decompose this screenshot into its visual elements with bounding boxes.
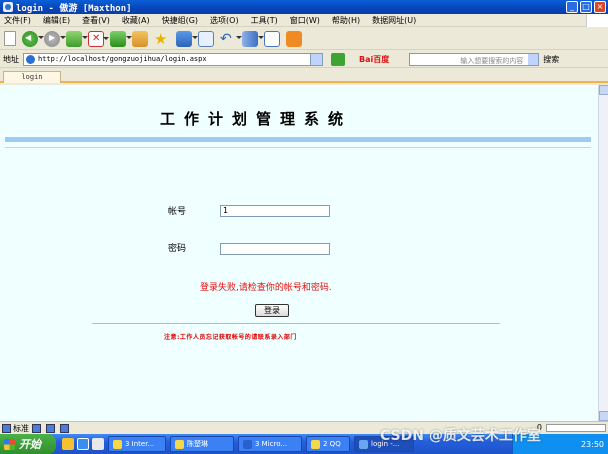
qq-icon xyxy=(311,439,320,449)
menu-tools[interactable]: 工具(T) xyxy=(251,15,278,26)
task-chat-label: 陈楚琳 xyxy=(187,440,208,448)
menu-favorites[interactable]: 收藏(A) xyxy=(122,15,150,26)
notice-text: 注意:工作人员忘记获取帐号的请联系录入部门 xyxy=(164,334,297,341)
task-qq-label: 2 QQ xyxy=(323,440,341,448)
window-controls: _ □ × xyxy=(566,1,606,13)
rss-icon[interactable] xyxy=(286,30,302,47)
menu-data-url[interactable]: 数据网址(U) xyxy=(372,15,416,26)
account-label: 帐号 xyxy=(168,207,187,217)
windows-flag-icon xyxy=(4,438,15,450)
task-word[interactable]: 3 Micro... xyxy=(238,436,302,452)
start-button[interactable]: 开始 xyxy=(0,434,56,454)
watermark: CSDN @质文芸术工作室 xyxy=(380,428,541,444)
tab-login[interactable]: login xyxy=(3,71,61,83)
go-icon[interactable] xyxy=(331,52,345,66)
task-internet-label: 3 Inter... xyxy=(125,440,155,448)
sidebar-panel-icon[interactable] xyxy=(264,30,280,47)
ie-task-icon xyxy=(113,439,122,449)
refresh-icon[interactable] xyxy=(110,30,132,47)
plugin-icon[interactable] xyxy=(176,30,198,47)
qq-task-icon xyxy=(175,439,184,449)
address-dropdown-icon[interactable] xyxy=(310,53,322,65)
forward-icon[interactable] xyxy=(44,30,66,47)
menu-help[interactable]: 帮助(H) xyxy=(332,15,360,26)
maximize-button[interactable]: □ xyxy=(580,1,592,13)
screen-capture-icon[interactable] xyxy=(198,30,214,47)
task-qq[interactable]: 2 QQ xyxy=(306,436,350,452)
menu-edit[interactable]: 编辑(E) xyxy=(43,15,70,26)
task-chat[interactable]: 陈楚琳 xyxy=(170,436,234,452)
title-bar: login - 傲游 [Maxthon] _ □ × xyxy=(0,0,608,14)
status-icon-a xyxy=(32,423,41,433)
undo-icon[interactable]: ↶ xyxy=(220,31,242,47)
page-viewport: 工作计划管理系统 帐号 1 密码 登录失败,请检查你的帐号和密码. 登录 注意:… xyxy=(0,85,598,421)
task-word-label: 3 Micro... xyxy=(255,440,288,448)
status-right: 0 xyxy=(537,423,606,432)
menu-window[interactable]: 窗口(W) xyxy=(290,15,320,26)
favorites-star-icon[interactable]: ★ xyxy=(154,31,170,47)
maxthon-task-icon xyxy=(359,439,368,449)
scroll-down-icon[interactable] xyxy=(599,411,608,421)
media-quicklaunch-icon[interactable] xyxy=(92,438,104,450)
page-title: 工作计划管理系统 xyxy=(160,110,353,128)
qq-quicklaunch-icon[interactable] xyxy=(62,438,74,450)
close-button[interactable]: × xyxy=(594,1,606,13)
header-rule-thin xyxy=(5,147,591,148)
back-icon[interactable] xyxy=(22,30,44,47)
status-mode[interactable]: 标准 xyxy=(2,423,29,434)
footer-rule xyxy=(92,323,500,324)
login-button[interactable]: 登录 xyxy=(255,304,289,317)
account-input[interactable]: 1 xyxy=(220,205,330,217)
windows-logo-icon xyxy=(586,14,608,27)
search-input[interactable]: 输入想要搜索的内容 xyxy=(409,52,540,66)
up-arrow-icon[interactable] xyxy=(66,30,88,47)
window-title: login - 傲游 [Maxthon] xyxy=(16,3,132,14)
password-input[interactable] xyxy=(220,243,330,255)
address-input[interactable]: http://localhost/gongzuojihua/login.aspx xyxy=(23,52,323,66)
tab-strip: login xyxy=(0,69,608,83)
word-task-icon xyxy=(243,439,252,449)
maxthon-app-icon xyxy=(3,2,13,12)
search-button[interactable]: 搜索 xyxy=(543,54,559,65)
status-icon-c xyxy=(60,423,69,433)
error-message: 登录失败,请检查你的帐号和密码. xyxy=(200,283,332,293)
status-icon-b xyxy=(46,423,55,433)
address-label: 地址 xyxy=(3,54,19,64)
page-icon xyxy=(26,54,35,64)
minimize-button[interactable]: _ xyxy=(566,1,578,13)
vertical-scrollbar[interactable] xyxy=(598,85,608,421)
status-button-a[interactable] xyxy=(32,423,43,433)
address-bar: 地址 http://localhost/gongzuojihua/login.a… xyxy=(0,51,608,68)
status-button-b[interactable] xyxy=(46,423,57,433)
menu-groups[interactable]: 快捷组(G) xyxy=(162,15,198,26)
search-dropdown-icon[interactable] xyxy=(528,53,539,65)
status-button-c[interactable] xyxy=(60,423,71,433)
toolbar: ★ ↶ xyxy=(0,28,608,291)
task-internet[interactable]: 3 Inter... xyxy=(108,436,166,452)
scroll-up-icon[interactable] xyxy=(599,85,608,95)
column-layout-icon[interactable] xyxy=(242,30,264,47)
status-mode-label: 标准 xyxy=(13,423,29,433)
mode-icon xyxy=(2,423,11,433)
menu-view[interactable]: 查看(V) xyxy=(82,15,110,26)
home-icon[interactable] xyxy=(132,30,148,47)
search-placeholder: 输入想要搜索的内容 xyxy=(460,56,524,65)
start-label: 开始 xyxy=(19,438,41,451)
stop-icon[interactable] xyxy=(88,30,109,47)
password-label: 密码 xyxy=(168,244,187,254)
status-progress xyxy=(546,423,606,432)
menu-bar: 文件(F) 编辑(E) 查看(V) 收藏(A) 快捷组(G) 选项(O) 工具(… xyxy=(0,14,608,27)
quick-launch xyxy=(62,438,104,450)
menu-file[interactable]: 文件(F) xyxy=(4,15,31,26)
ie-quicklaunch-icon[interactable] xyxy=(77,438,89,450)
address-url: http://localhost/gongzuojihua/login.aspx xyxy=(38,55,207,63)
menu-options[interactable]: 选项(O) xyxy=(210,15,239,26)
new-page-icon[interactable] xyxy=(4,31,16,46)
header-rule xyxy=(5,137,591,142)
baidu-logo[interactable]: Bai百度 xyxy=(359,54,389,65)
clock[interactable]: 23:50 xyxy=(581,440,604,449)
